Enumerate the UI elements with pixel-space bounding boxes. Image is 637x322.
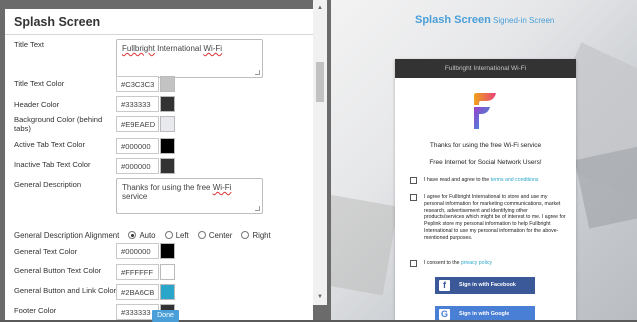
privacy-prefix: I consent to the xyxy=(424,260,461,266)
title-text-field[interactable]: Fullbright International Wi-Fi xyxy=(116,39,263,78)
card-description: Thanks for using the free Wi-Fi service xyxy=(429,142,542,149)
resize-grip-icon[interactable] xyxy=(255,206,260,211)
privacy-text: I consent to the privacy policy xyxy=(424,260,567,267)
radio-right[interactable] xyxy=(241,231,250,239)
general-button-text-color-swatch[interactable] xyxy=(160,264,175,280)
title-text-value-part1: Fullbright xyxy=(122,44,155,53)
general-text-color-swatch[interactable] xyxy=(160,243,175,259)
radio-auto[interactable] xyxy=(128,231,137,239)
footer-color-label: Footer Color xyxy=(14,306,57,315)
google-signin-button[interactable]: G Sign in with Google xyxy=(435,306,535,320)
card-header: Fullbright International Wi-Fi xyxy=(395,59,576,78)
general-button-link-color-swatch[interactable] xyxy=(160,284,175,300)
radio-auto-label[interactable]: Auto xyxy=(139,231,155,240)
general-button-link-color-label: General Button and Link Color xyxy=(14,286,117,295)
privacy-checkbox[interactable] xyxy=(410,260,417,267)
facebook-signin-button[interactable]: f Sign in with Facebook xyxy=(435,277,535,294)
divider xyxy=(5,34,313,35)
title-text-label: Title Text xyxy=(14,40,44,49)
preview-title: Splash Screen xyxy=(415,14,491,26)
splash-preview: Splash Screen Signed-in Screen Fullbrigh… xyxy=(331,0,637,320)
background-color-swatch[interactable] xyxy=(160,116,175,132)
inactive-tab-text-color-input[interactable]: #000000 xyxy=(116,158,159,174)
scroll-up-icon[interactable]: ▲ xyxy=(317,5,323,11)
radio-left[interactable] xyxy=(164,231,173,239)
terms-checkbox[interactable] xyxy=(410,177,417,184)
google-icon: G xyxy=(439,309,450,320)
general-description-value-part2: Wi-Fi xyxy=(212,183,232,192)
general-description-value-part1: Thanks for using the free xyxy=(122,183,213,192)
marketing-consent-text: I agree for Fullbright International to … xyxy=(424,194,566,241)
title-text-color-input[interactable]: #C3C3C3 xyxy=(116,76,159,92)
settings-title: Splash Screen xyxy=(14,15,101,29)
splash-card: Fullbright International Wi-Fi Thanks fo… xyxy=(395,59,576,320)
radio-left-label[interactable]: Left xyxy=(176,231,189,240)
facebook-signin-label: Sign in with Facebook xyxy=(459,282,516,288)
alignment-row: General Description Alignment Auto Left … xyxy=(14,231,271,240)
scroll-down-icon[interactable]: ▼ xyxy=(317,294,323,300)
settings-scrollbar[interactable] xyxy=(313,0,327,305)
radio-center-label[interactable]: Center xyxy=(209,231,232,240)
facebook-icon: f xyxy=(439,280,450,291)
background-color-label: Background Color (behind tabs) xyxy=(14,115,103,133)
active-tab-text-color-input[interactable]: #000000 xyxy=(116,138,159,154)
general-description-field[interactable]: Thanks for using the free Wi-Fi service xyxy=(116,178,263,214)
background-photo-detail xyxy=(331,194,399,296)
general-button-text-color-input[interactable]: #FFFFFF xyxy=(116,264,159,280)
general-button-text-color-label: General Button Text Color xyxy=(14,266,102,275)
inactive-tab-text-color-label: Inactive Tab Text Color xyxy=(14,160,91,169)
settings-panel: Splash Screen Title Text Fullbright Inte… xyxy=(5,9,313,320)
resize-grip-icon[interactable] xyxy=(255,70,260,75)
general-description-label: General Description xyxy=(14,180,82,189)
alignment-label: General Description Alignment xyxy=(14,231,120,240)
privacy-link[interactable]: privacy policy xyxy=(461,260,492,266)
general-text-color-label: General Text Color xyxy=(14,247,78,256)
terms-prefix: I have read and agree to the xyxy=(424,177,491,183)
title-text-color-swatch[interactable] xyxy=(160,76,175,92)
active-tab-text-color-swatch[interactable] xyxy=(160,138,175,154)
radio-right-label[interactable]: Right xyxy=(252,231,270,240)
radio-center[interactable] xyxy=(197,231,206,239)
background-color-input[interactable]: #E9EAED xyxy=(116,116,159,132)
title-text-color-label: Title Text Color xyxy=(14,79,65,88)
done-button[interactable]: Done xyxy=(152,310,179,322)
active-tab-text-color-label: Active Tab Text Color xyxy=(14,140,86,149)
title-text-value-part3: Wi-Fi xyxy=(203,44,223,53)
header-color-label: Header Color xyxy=(14,100,60,109)
brand-logo-icon xyxy=(474,93,496,129)
card-description-secondary: Free Internet for Social Network Users! xyxy=(429,159,542,166)
terms-text: I have read and agree to the terms and c… xyxy=(424,177,567,184)
title-text-value-part2: International xyxy=(154,44,204,53)
marketing-checkbox[interactable] xyxy=(410,194,417,201)
terms-link[interactable]: terms and conditions xyxy=(491,177,539,183)
google-signin-label: Sign in with Google xyxy=(459,311,510,317)
general-text-color-input[interactable]: #000000 xyxy=(116,243,159,259)
header-color-input[interactable]: #333333 xyxy=(116,96,159,112)
general-button-link-color-input[interactable]: #2BA6CB xyxy=(116,284,159,300)
general-description-value-part3: service xyxy=(122,192,148,201)
inactive-tab-text-color-swatch[interactable] xyxy=(160,158,175,174)
scrollbar-thumb[interactable] xyxy=(316,62,324,102)
app-frame: Splash Screen Title Text Fullbright Inte… xyxy=(0,0,637,322)
preview-subtitle[interactable]: Signed-in Screen xyxy=(493,16,554,25)
header-color-swatch[interactable] xyxy=(160,96,175,112)
